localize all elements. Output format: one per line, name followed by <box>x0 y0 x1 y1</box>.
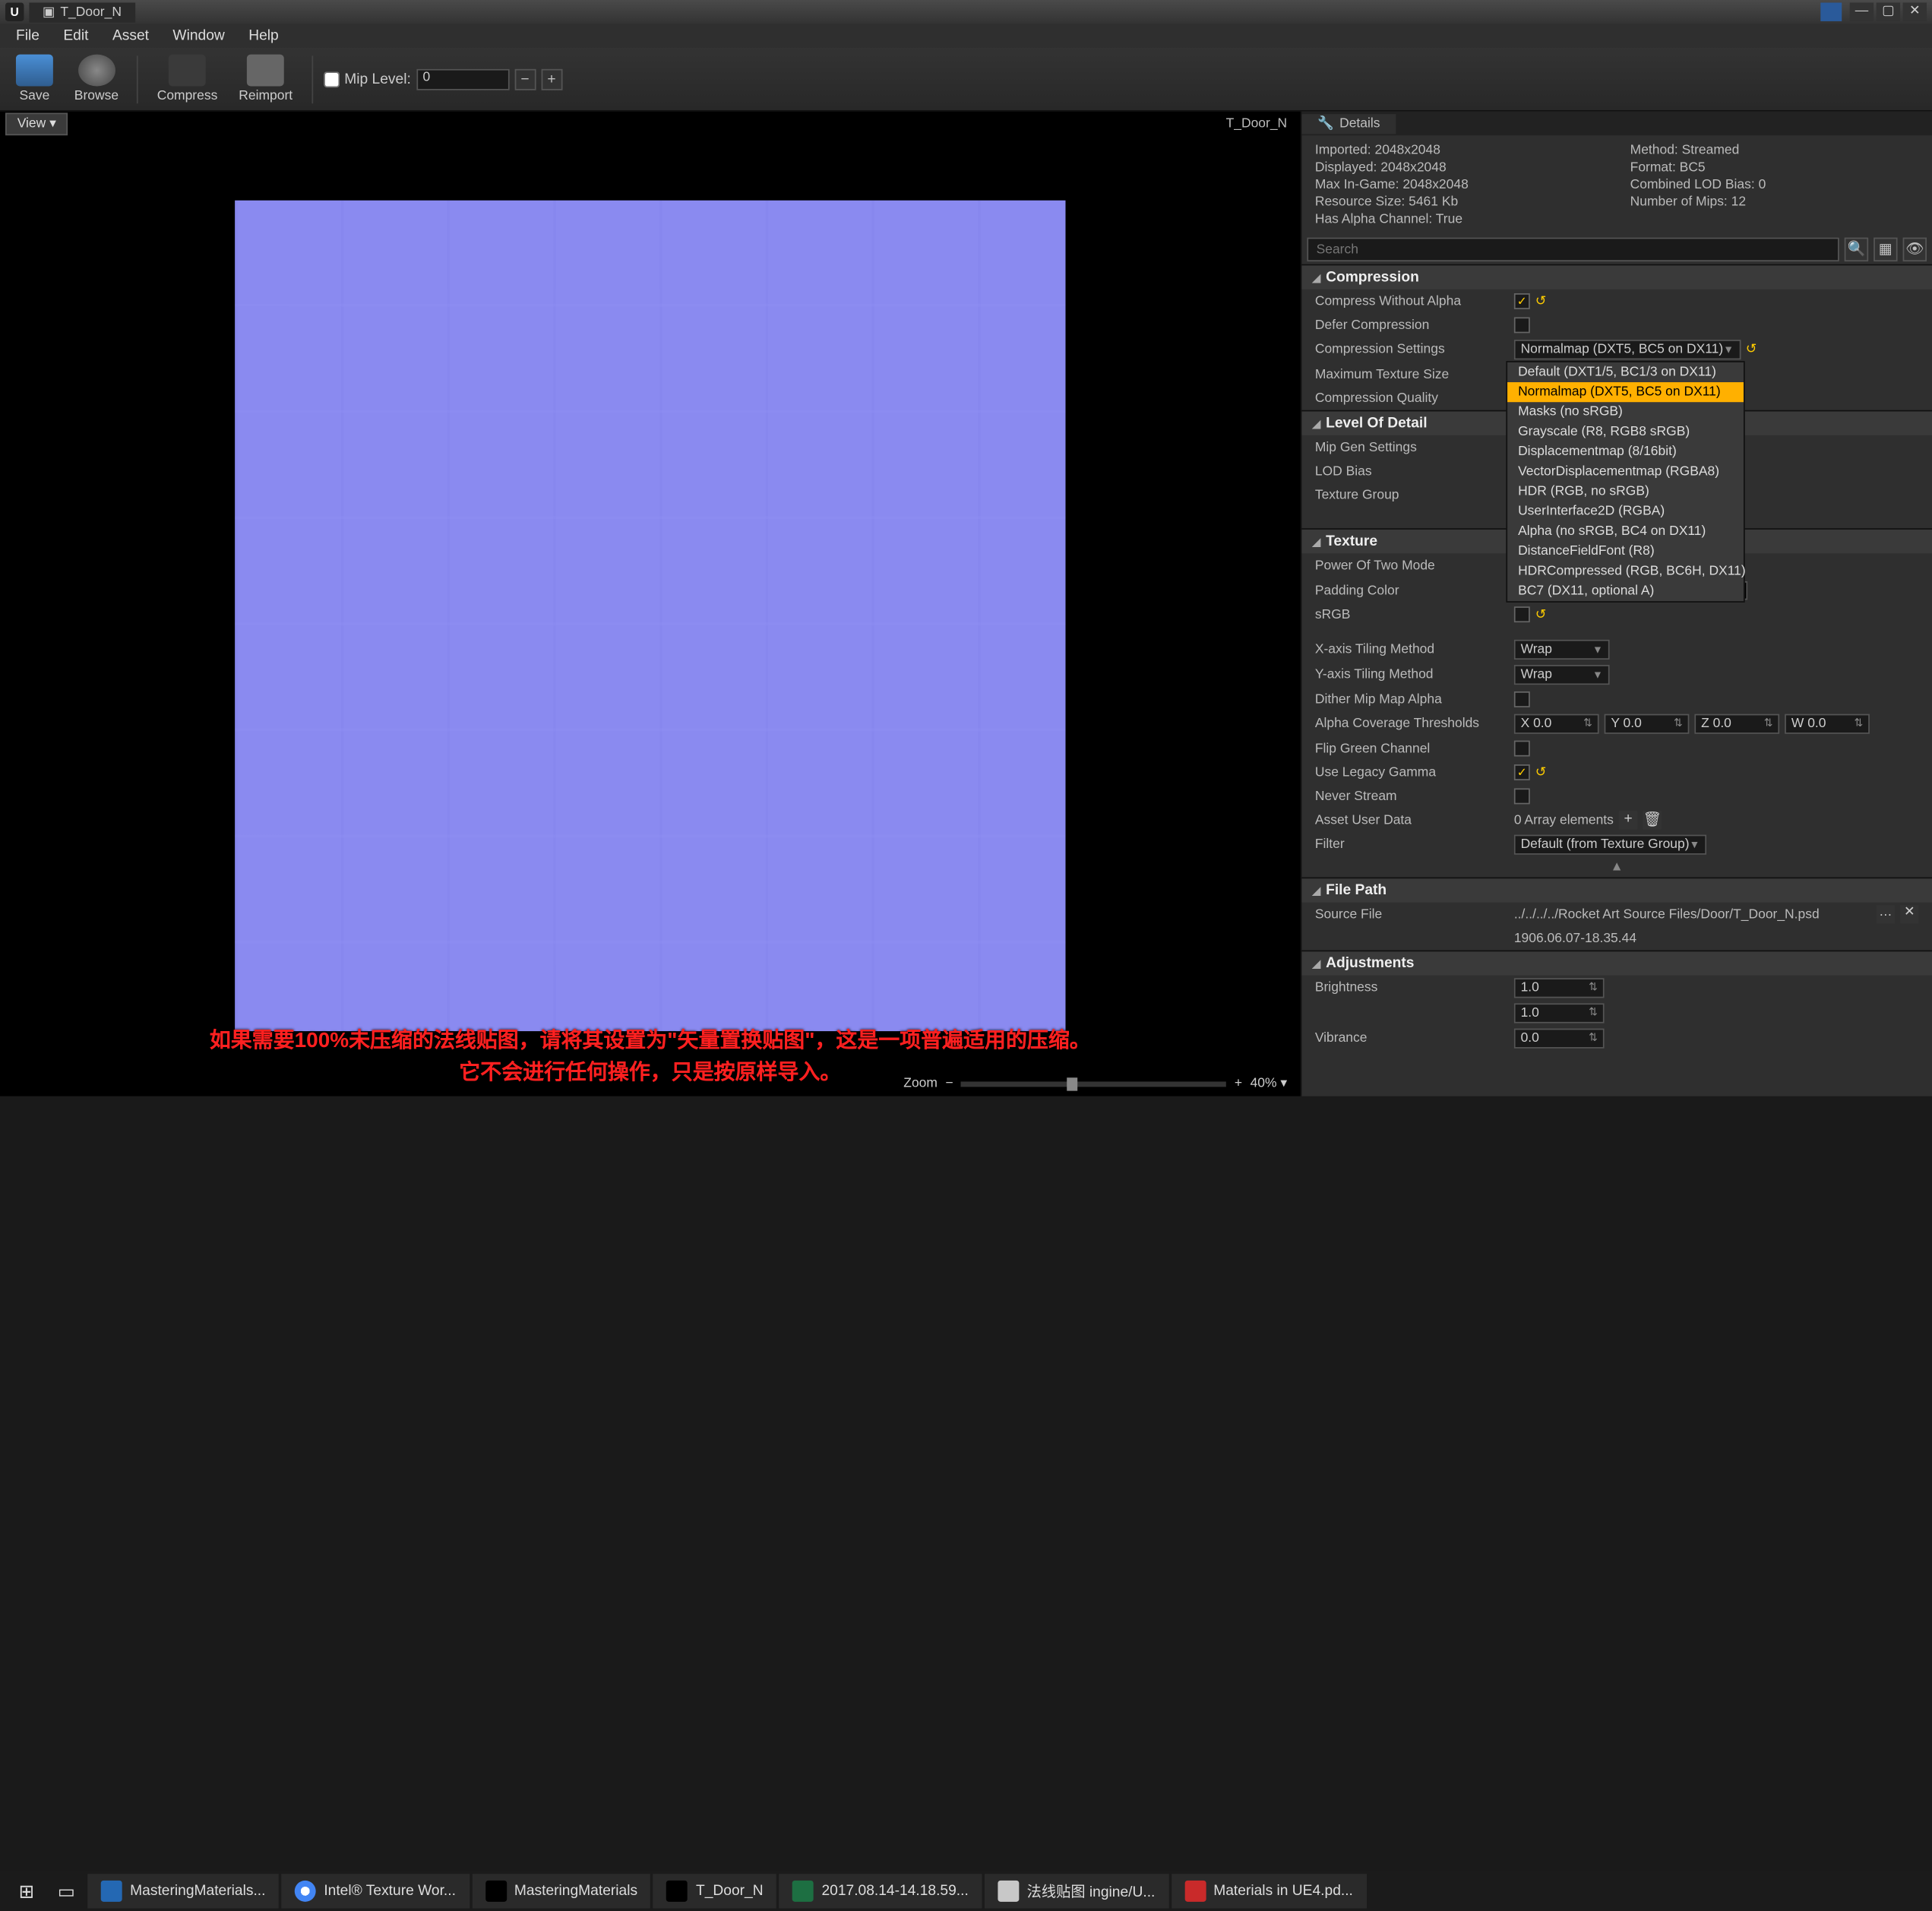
browse-button[interactable]: Browse <box>66 52 126 106</box>
save-icon <box>16 55 53 87</box>
menu-window[interactable]: Window <box>162 25 235 46</box>
details-icon: 🔧 <box>1317 116 1334 131</box>
vibrance-field[interactable]: 0.0⇅ <box>1514 1029 1605 1049</box>
mip-increment-button[interactable]: + <box>541 68 562 90</box>
tab-icon: ▣ <box>43 5 55 19</box>
compression-option[interactable]: Default (DXT1/5, BC1/3 on DX11) <box>1507 362 1744 382</box>
matrix-view-icon[interactable]: ▦ <box>1874 238 1897 261</box>
mip-level-label: Mip Level: <box>344 71 411 87</box>
mip-level-checkbox[interactable] <box>323 71 339 87</box>
tab-title: T_Door_N <box>60 5 122 19</box>
brightness-field[interactable]: 1.0⇅ <box>1514 978 1605 998</box>
alpha-y-field[interactable]: Y 0.0⇅ <box>1605 714 1690 734</box>
defer-compression-checkbox[interactable] <box>1514 317 1530 333</box>
details-tab[interactable]: 🔧 Details <box>1301 113 1396 133</box>
srgb-checkbox[interactable] <box>1514 606 1530 622</box>
titlebar: U ▣ T_Door_N — ▢ ✕ <box>0 0 1932 24</box>
save-button[interactable]: Save <box>8 52 61 106</box>
reset-icon[interactable]: ↺ <box>1535 294 1547 308</box>
browse-source-button[interactable]: … <box>1877 905 1895 923</box>
texture-preview <box>235 201 1065 1031</box>
adjustment-field-2[interactable]: 1.0⇅ <box>1514 1003 1605 1023</box>
alpha-x-field[interactable]: X 0.0⇅ <box>1514 714 1599 734</box>
dither-mip-checkbox[interactable] <box>1514 691 1530 707</box>
flip-green-checkbox[interactable] <box>1514 741 1530 757</box>
compression-option[interactable]: HDRCompressed (RGB, BC6H, DX11) <box>1507 562 1744 581</box>
menubar: File Edit Asset Window Help <box>0 24 1932 47</box>
compression-option[interactable]: Masks (no sRGB) <box>1507 402 1744 422</box>
toolbar: Save Browse Compress Reimport Mip Level:… <box>0 48 1932 112</box>
menu-file[interactable]: File <box>5 25 50 46</box>
source-control-icon[interactable] <box>1820 2 1842 21</box>
x-tiling-dropdown[interactable]: Wrap▼ <box>1514 640 1610 660</box>
alpha-w-field[interactable]: W 0.0⇅ <box>1785 714 1870 734</box>
view-dropdown-button[interactable]: View ▾ <box>5 112 68 135</box>
never-stream-checkbox[interactable] <box>1514 788 1530 804</box>
minimize-button[interactable]: — <box>1850 2 1874 21</box>
array-clear-button[interactable]: 🗑 <box>1643 811 1661 829</box>
legacy-gamma-checkbox[interactable] <box>1514 764 1530 780</box>
compression-settings-dropdown[interactable]: Normalmap (DXT5, BC5 on DX11)▼ <box>1514 340 1741 359</box>
zoom-in-button[interactable]: + <box>1235 1076 1242 1090</box>
compression-option[interactable]: VectorDisplacementmap (RGBA8) <box>1507 462 1744 482</box>
browse-icon <box>77 55 115 87</box>
compression-option[interactable]: DistanceFieldFont (R8) <box>1507 542 1744 562</box>
reimport-button[interactable]: Reimport <box>231 52 301 106</box>
expand-arrow[interactable]: ▲ <box>1301 857 1932 877</box>
menu-asset[interactable]: Asset <box>102 25 160 46</box>
compression-option[interactable]: Displacementmap (8/16bit) <box>1507 442 1744 462</box>
eye-icon[interactable]: 👁 <box>1903 238 1927 261</box>
zoom-value[interactable]: 40% ▾ <box>1251 1076 1288 1090</box>
alpha-z-field[interactable]: Z 0.0⇅ <box>1694 714 1779 734</box>
y-tiling-dropdown[interactable]: Wrap▼ <box>1514 665 1610 685</box>
compression-option[interactable]: Grayscale (R8, RGB8 sRGB) <box>1507 422 1744 441</box>
viewport-asset-name: T_Door_N <box>1226 116 1295 131</box>
zoom-out-button[interactable]: − <box>945 1076 953 1090</box>
menu-edit[interactable]: Edit <box>52 25 99 46</box>
compress-without-alpha-checkbox[interactable] <box>1514 293 1530 309</box>
category-filepath[interactable]: File Path <box>1301 877 1932 902</box>
reset-icon[interactable]: ↺ <box>1535 765 1547 780</box>
reset-icon[interactable]: ↺ <box>1746 343 1757 357</box>
array-add-button[interactable]: + <box>1619 811 1637 829</box>
compression-option[interactable]: Alpha (no sRGB, BC4 on DX11) <box>1507 521 1744 541</box>
reset-icon[interactable]: ↺ <box>1535 607 1547 622</box>
category-compression[interactable]: Compression <box>1301 264 1932 289</box>
filter-dropdown[interactable]: Default (from Texture Group)▼ <box>1514 835 1706 855</box>
compress-button[interactable]: Compress <box>149 52 226 106</box>
mip-level-field[interactable]: 0 <box>416 68 509 90</box>
compress-icon <box>169 55 206 87</box>
reimport-icon <box>247 55 284 87</box>
texture-viewport[interactable]: 如果需要100%未压缩的法线贴图，请将其设置为"矢量置换贴图"，这是一项普遍适用… <box>0 135 1301 1096</box>
compression-option[interactable]: HDR (RGB, no sRGB) <box>1507 482 1744 501</box>
details-search-input[interactable] <box>1307 238 1839 261</box>
zoom-label: Zoom <box>903 1076 938 1090</box>
maximize-button[interactable]: ▢ <box>1877 2 1900 21</box>
compression-option[interactable]: BC7 (DX11, optional A) <box>1507 581 1744 601</box>
mip-decrement-button[interactable]: − <box>514 68 536 90</box>
texture-info: Imported: 2048x2048Method: Streamed Disp… <box>1301 135 1932 235</box>
search-icon[interactable]: 🔍 <box>1845 238 1868 261</box>
compression-option[interactable]: UserInterface2D (RGBA) <box>1507 501 1744 521</box>
clear-source-button[interactable]: ✕ <box>1900 905 1918 923</box>
ue-logo-icon: U <box>5 2 24 21</box>
category-adjustments[interactable]: Adjustments <box>1301 951 1932 976</box>
close-button[interactable]: ✕ <box>1903 2 1927 21</box>
menu-help[interactable]: Help <box>238 25 289 46</box>
asset-tab[interactable]: ▣ T_Door_N <box>29 2 134 22</box>
compression-settings-menu: Default (DXT1/5, BC1/3 on DX11)Normalmap… <box>1506 361 1744 603</box>
compression-option[interactable]: Normalmap (DXT5, BC5 on DX11) <box>1507 382 1744 402</box>
zoom-slider[interactable] <box>961 1081 1226 1087</box>
